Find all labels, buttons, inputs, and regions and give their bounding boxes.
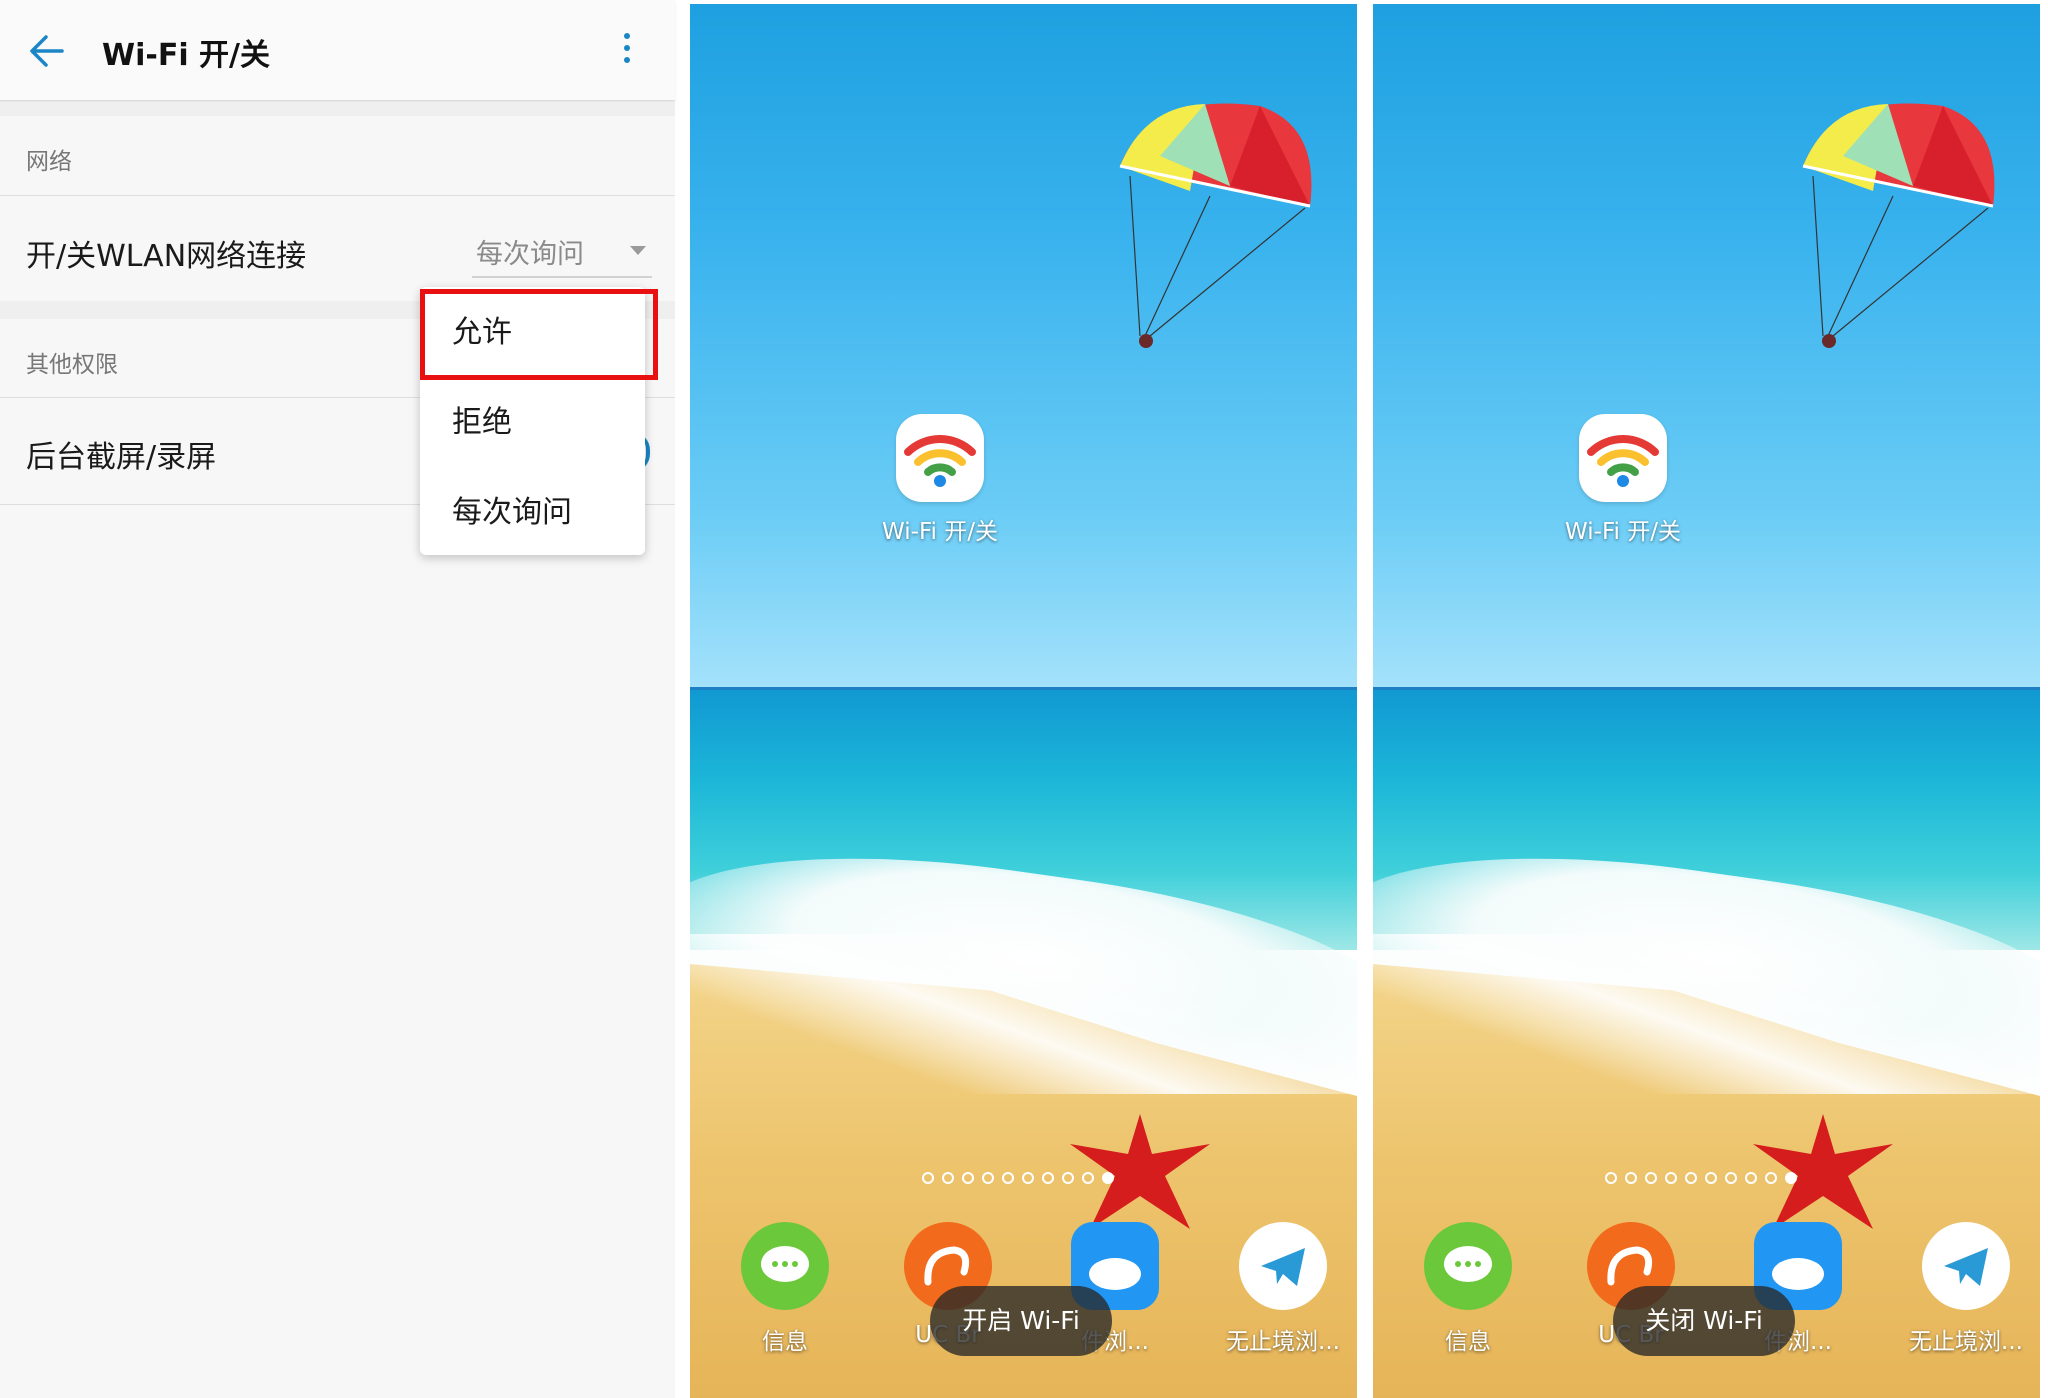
app-bar: Wi-Fi 开/关 (0, 0, 675, 101)
home-screen-wifi-off: Wi-Fi 开/关 信息 UC Br 件浏... 无止境浏... (1373, 4, 2040, 1398)
page-dot[interactable] (982, 1172, 994, 1184)
page-dot[interactable] (962, 1172, 974, 1184)
dock-label: 无止境浏... (1226, 1329, 1340, 1355)
settings-screen: Wi-Fi 开/关 网络 开/关WLAN网络连接 每次询问 其他权限 后台截屏/… (0, 0, 675, 1398)
paper-plane-icon (1922, 1222, 2010, 1310)
wifi-app-icon (1579, 414, 1667, 502)
page-dot-active[interactable] (1785, 1172, 1797, 1184)
menu-item-ask[interactable]: 每次询问 (452, 487, 572, 531)
page-indicator (922, 1172, 1122, 1188)
page-dot[interactable] (1685, 1172, 1697, 1184)
starfish-image (1070, 1114, 1210, 1229)
dock-app-messages[interactable]: 信息 (720, 1222, 850, 1356)
dock-app-telegram[interactable]: 无止境浏... (1218, 1222, 1348, 1356)
page-dot[interactable] (1605, 1172, 1617, 1184)
more-options-icon[interactable] (612, 30, 642, 72)
wallpaper-wave-edge (1373, 934, 2040, 1094)
page-dot[interactable] (1705, 1172, 1717, 1184)
select-value: 每次询问 (476, 239, 584, 270)
page-dot[interactable] (942, 1172, 954, 1184)
page-dot[interactable] (922, 1172, 934, 1184)
page-dot[interactable] (1082, 1172, 1094, 1184)
wifi-app-label: Wi-Fi 开/关 (1565, 519, 1681, 545)
dock-app-telegram[interactable]: 无止境浏... (1901, 1222, 2031, 1356)
screen-capture-label: 后台截屏/录屏 (26, 440, 217, 475)
wifi-toggle-app[interactable]: Wi-Fi 开/关 (880, 414, 1000, 546)
home-screen-wifi-on: Wi-Fi 开/关 信息 UC Br 件浏... 无止境浏... (690, 4, 1357, 1398)
section-header-network: 网络 (26, 149, 72, 175)
page-dot[interactable] (1765, 1172, 1777, 1184)
page-dot[interactable] (1725, 1172, 1737, 1184)
wallpaper-wave-edge (690, 934, 1357, 1094)
page-dot[interactable] (1062, 1172, 1074, 1184)
dropdown-caret-icon (630, 246, 646, 255)
section-gap (0, 102, 675, 116)
permission-dropdown-menu: 允许 拒绝 每次询问 (420, 287, 645, 555)
toast-message: 开启 Wi-Fi (930, 1286, 1112, 1356)
messages-icon (1424, 1222, 1512, 1310)
starfish-image (1753, 1114, 1893, 1229)
dock-app-messages[interactable]: 信息 (1403, 1222, 1533, 1356)
section-header-other: 其他权限 (26, 352, 118, 378)
page-indicator (1605, 1172, 1805, 1188)
page-dot[interactable] (1665, 1172, 1677, 1184)
dock-label: 信息 (762, 1329, 808, 1355)
menu-item-deny[interactable]: 拒绝 (452, 397, 512, 441)
page-dot[interactable] (1042, 1172, 1054, 1184)
wifi-app-label: Wi-Fi 开/关 (882, 519, 998, 545)
page-dot[interactable] (1745, 1172, 1757, 1184)
page-dot-active[interactable] (1102, 1172, 1114, 1184)
parachute-image (1119, 103, 1312, 348)
parachute-image (1802, 103, 1995, 348)
page-dot[interactable] (1625, 1172, 1637, 1184)
page-dot[interactable] (1022, 1172, 1034, 1184)
menu-item-allow[interactable]: 允许 (452, 307, 512, 351)
wifi-app-icon (896, 414, 984, 502)
divider (0, 195, 675, 196)
back-arrow-icon[interactable] (22, 28, 70, 74)
page-dot[interactable] (1002, 1172, 1014, 1184)
dock-label: 无止境浏... (1909, 1329, 2023, 1355)
dock-label: 信息 (1445, 1329, 1491, 1355)
wlan-toggle-label: 开/关WLAN网络连接 (26, 239, 307, 274)
page-title: Wi-Fi 开/关 (102, 38, 271, 73)
page-dot[interactable] (1645, 1172, 1657, 1184)
messages-icon (741, 1222, 829, 1310)
toast-message: 关闭 Wi-Fi (1613, 1286, 1795, 1356)
wlan-permission-select[interactable]: 每次询问 (472, 222, 652, 278)
wifi-toggle-app[interactable]: Wi-Fi 开/关 (1563, 414, 1683, 546)
paper-plane-icon (1239, 1222, 1327, 1310)
